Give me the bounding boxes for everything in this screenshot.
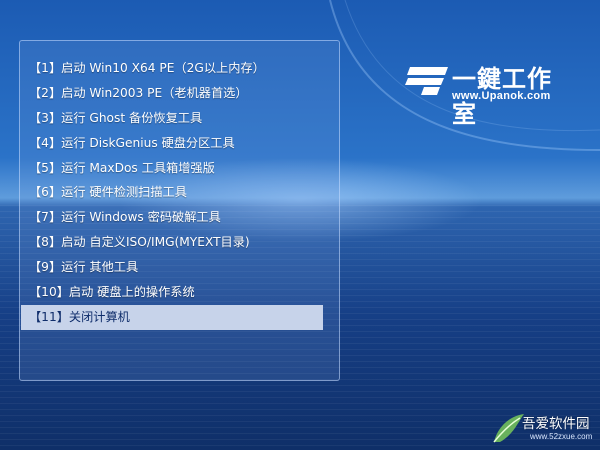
watermark-name: 吾爱软件园 bbox=[522, 416, 590, 432]
menu-item-11-selected[interactable]: 【11】关闭计算机 bbox=[21, 304, 323, 330]
menu-item-1[interactable]: 【1】启动 Win10 X64 PE（2G以上内存） bbox=[20, 56, 339, 81]
brand-logo-icon bbox=[405, 67, 448, 95]
brand-url: www.Upanok.com bbox=[452, 90, 551, 102]
menu-item-5[interactable]: 【5】运行 MaxDos 工具箱增强版 bbox=[20, 156, 339, 181]
menu-item-8[interactable]: 【8】启动 自定义ISO/IMG(MYEXT目录) bbox=[20, 230, 339, 255]
boot-menu-list: 【1】启动 Win10 X64 PE（2G以上内存） 【2】启动 Win2003… bbox=[20, 56, 339, 330]
site-watermark: 吾爱软件园 www.52zxue.com bbox=[488, 408, 600, 450]
watermark-url: www.52zxue.com bbox=[530, 432, 593, 441]
menu-item-10[interactable]: 【10】启动 硬盘上的操作系统 bbox=[20, 280, 339, 305]
menu-item-3[interactable]: 【3】运行 Ghost 备份恢复工具 bbox=[20, 106, 339, 131]
menu-item-2[interactable]: 【2】启动 Win2003 PE（老机器首选） bbox=[20, 81, 339, 106]
menu-item-4[interactable]: 【4】运行 DiskGenius 硬盘分区工具 bbox=[20, 131, 339, 156]
menu-item-9[interactable]: 【9】运行 其他工具 bbox=[20, 255, 339, 280]
menu-item-7[interactable]: 【7】运行 Windows 密码破解工具 bbox=[20, 205, 339, 230]
menu-item-6[interactable]: 【6】运行 硬件检测扫描工具 bbox=[20, 180, 339, 205]
boot-menu-panel: 【1】启动 Win10 X64 PE（2G以上内存） 【2】启动 Win2003… bbox=[19, 40, 340, 381]
brand-logo: 一鍵工作室 www.Upanok.com bbox=[404, 63, 574, 128]
